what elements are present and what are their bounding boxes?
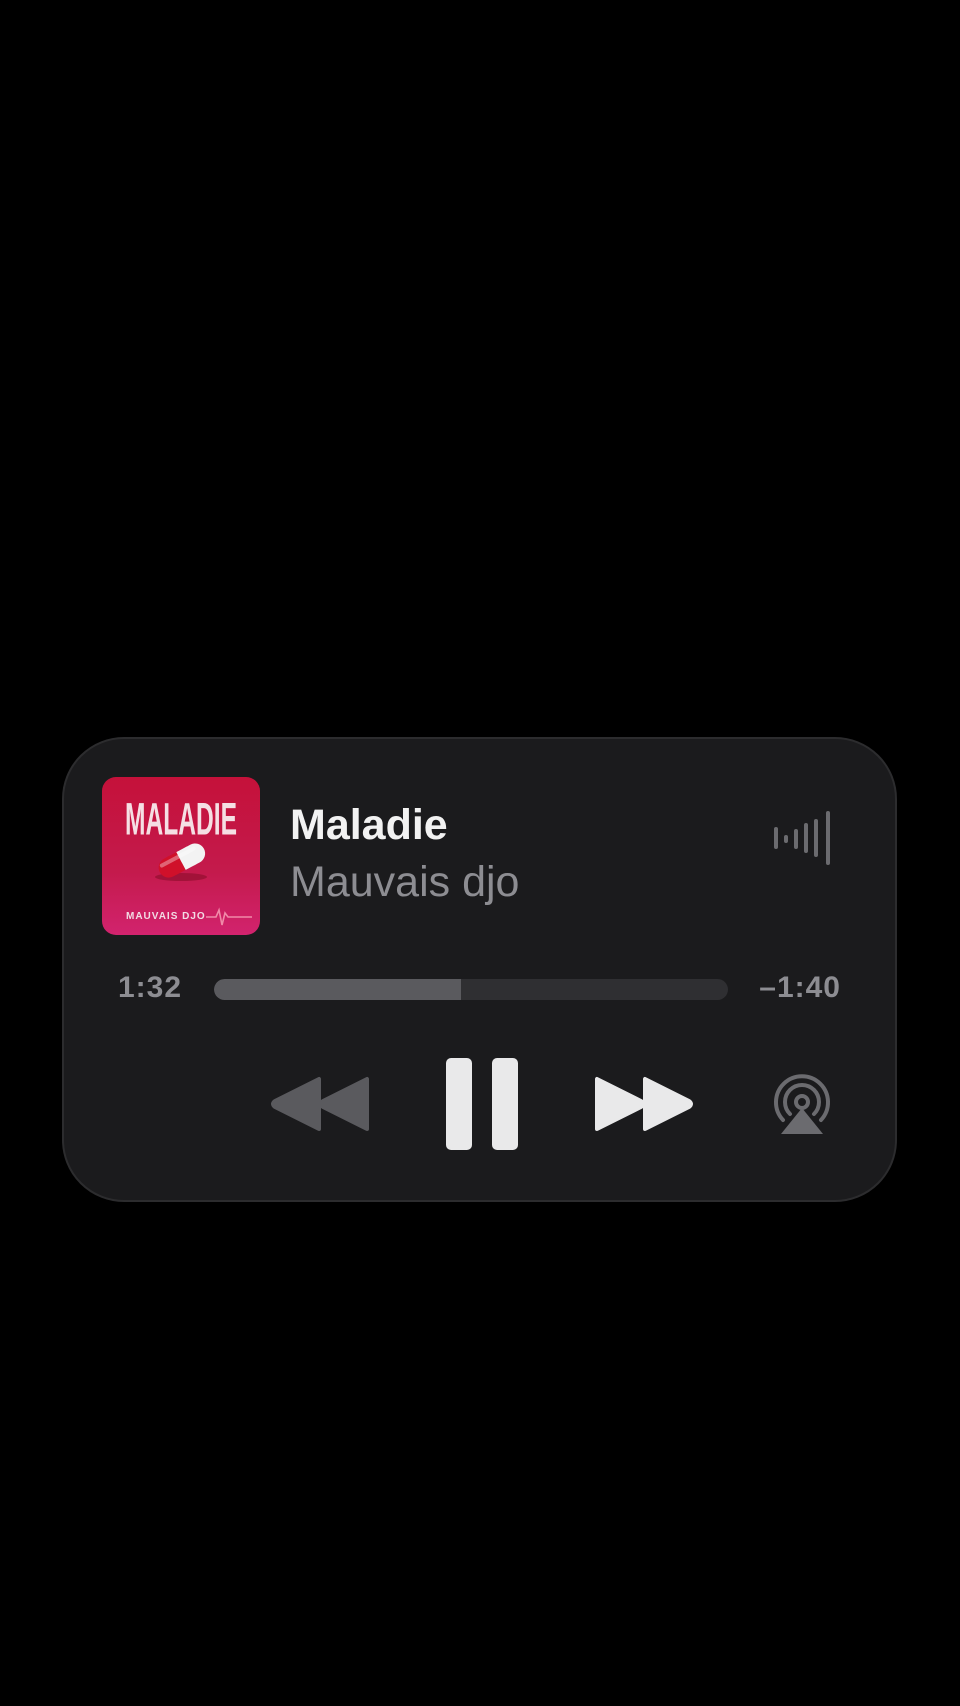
backward-icon	[271, 1077, 369, 1131]
now-playing-card: MALADIE MAUVAIS DJO Maladie Mauvais djo …	[62, 737, 897, 1202]
rewind-button[interactable]	[269, 1073, 373, 1135]
pause-icon	[446, 1058, 518, 1150]
airplay-icon	[774, 1074, 830, 1134]
remaining-time: –1:40	[759, 971, 841, 1004]
artwork-artist-text: MAUVAIS DJO	[126, 911, 206, 922]
track-artist: Mauvais djo	[290, 858, 520, 906]
track-title: Maladie	[290, 801, 448, 849]
pause-button[interactable]	[444, 1056, 520, 1152]
airplay-button[interactable]	[769, 1072, 835, 1136]
progress-fill	[214, 979, 461, 1000]
elapsed-time: 1:32	[118, 971, 183, 1004]
artwork-title-text: MALADIE	[125, 794, 237, 845]
album-artwork[interactable]: MALADIE MAUVAIS DJO	[102, 777, 260, 935]
progress-scrubber[interactable]	[214, 979, 728, 1000]
forward-button[interactable]	[591, 1073, 695, 1135]
forward-icon	[595, 1077, 693, 1131]
waveform-icon	[772, 807, 836, 867]
